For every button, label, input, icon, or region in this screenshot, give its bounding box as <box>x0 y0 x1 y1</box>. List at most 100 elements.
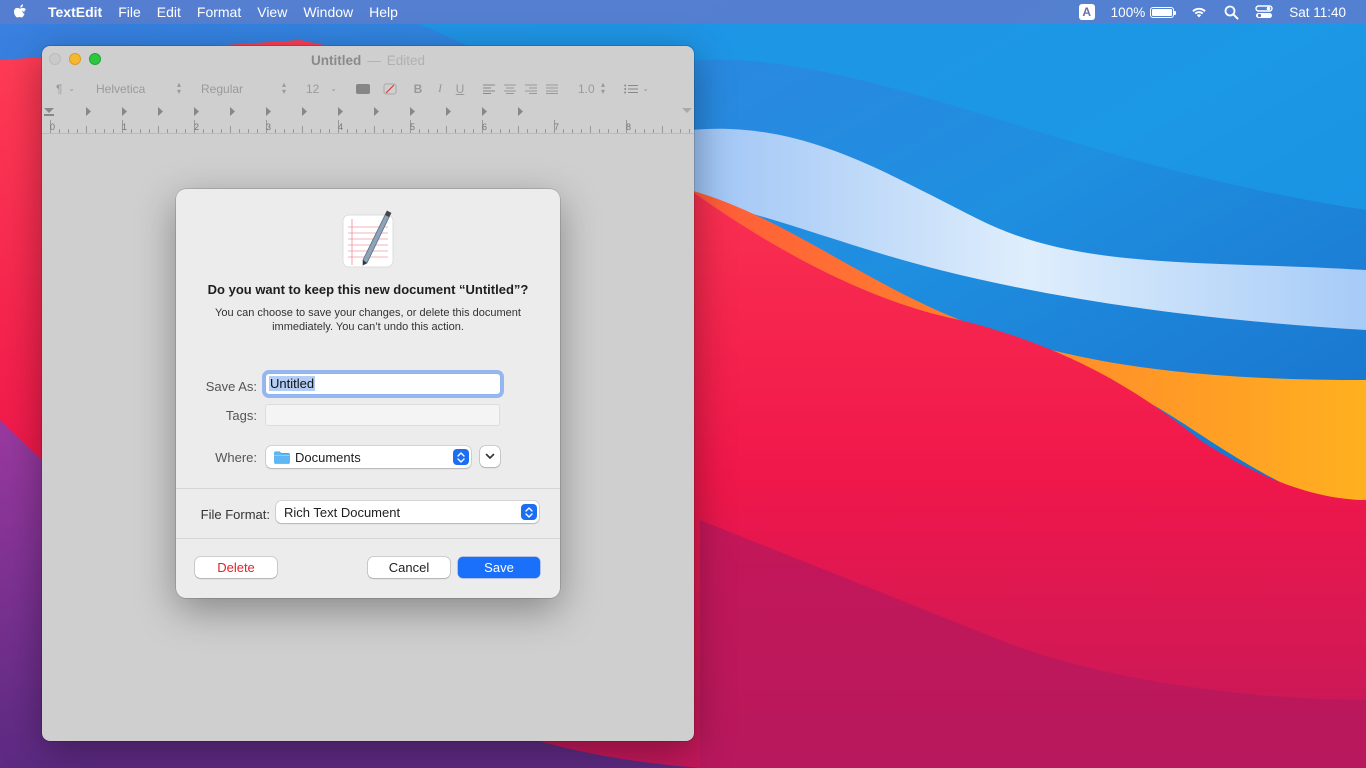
tab-stop-marker <box>410 107 415 116</box>
spotlight-menu[interactable] <box>1216 0 1247 24</box>
tab-stop-marker <box>482 107 487 116</box>
ruler-scale <box>42 107 694 134</box>
stepper-icon: ▴ ▾ <box>176 80 181 96</box>
clock[interactable]: Sat 11:40 <box>1281 0 1366 24</box>
paragraph-style-icon: ¶ <box>56 81 63 96</box>
left-indent-marker <box>44 108 54 113</box>
dialog-divider <box>176 538 560 539</box>
edited-status: Edited <box>386 52 426 68</box>
text-color-well[interactable] <box>355 79 371 98</box>
save-as-field[interactable]: Untitled <box>265 373 501 395</box>
zoom-button[interactable] <box>89 53 101 65</box>
tab-stop-marker <box>86 107 91 116</box>
ruler-number: 8 <box>626 122 632 132</box>
font-family-popup[interactable]: Helvetica ▴ ▾ <box>90 79 186 98</box>
menu-view[interactable]: View <box>249 0 295 24</box>
format-toolbar: ¶ ⌄ Helvetica ▴▾ Regular ▴▾ 12 ⌄ B I U <box>42 78 694 100</box>
menu-window[interactable]: Window <box>295 0 361 24</box>
cancel-button[interactable]: Cancel <box>368 557 450 578</box>
paragraph-style-popup[interactable]: ¶ ⌄ <box>50 79 80 98</box>
popup-stepper-icon <box>521 504 537 520</box>
font-size-combo[interactable]: 12 ⌄ <box>300 79 342 98</box>
text-color-swatch <box>356 83 370 94</box>
dialog-divider <box>176 488 560 489</box>
control-center-icon <box>1255 5 1273 18</box>
tab-stop-marker <box>518 107 523 116</box>
menu-format[interactable]: Format <box>189 0 249 24</box>
align-left-button[interactable] <box>480 79 498 98</box>
title-separator: — <box>367 52 381 68</box>
file-format-label: File Format: <box>200 507 270 522</box>
control-center-menu[interactable] <box>1247 0 1281 24</box>
where-label: Where: <box>215 450 257 465</box>
menu-bar: TextEdit File Edit Format View Window He… <box>0 0 1366 24</box>
dialog-message-line: immediately. You can’t undo this action. <box>272 321 464 333</box>
apple-menu-icon[interactable] <box>0 0 40 24</box>
dialog-message-line: You can choose to save your changes, or … <box>215 307 521 319</box>
save-dialog: Do you want to keep this new document “U… <box>176 189 560 598</box>
menu-file[interactable]: File <box>110 0 149 24</box>
dialog-title: Do you want to keep this new document “U… <box>207 282 529 297</box>
justify-button[interactable] <box>543 79 561 98</box>
font-style-popup[interactable]: Regular ▴ ▾ <box>195 79 291 98</box>
tags-field[interactable] <box>265 404 500 426</box>
ruler-number: 0 <box>50 122 56 132</box>
tab-stop-marker <box>230 107 235 116</box>
ruler-number: 1 <box>122 122 128 132</box>
where-popup[interactable]: Documents <box>266 446 471 468</box>
stepper-icon: ▴ ▾ <box>281 80 286 96</box>
textedit-app-icon <box>342 210 394 268</box>
tab-stop-marker <box>122 107 127 116</box>
dialog-message: You can choose to save your changes, or … <box>196 306 540 334</box>
save-as-label: Save As: <box>205 379 257 394</box>
minimize-button[interactable] <box>69 53 81 65</box>
tab-stop-marker <box>158 107 163 116</box>
line-spacing-value: 1.0 <box>578 81 595 96</box>
where-value: Documents <box>295 449 361 465</box>
tab-stop-marker <box>194 107 199 116</box>
search-icon <box>1224 5 1239 19</box>
line-spacing-popup[interactable]: 1.0 ▴ ▾ <box>572 79 610 98</box>
menu-edit[interactable]: Edit <box>149 0 189 24</box>
tags-label: Tags: <box>225 408 257 423</box>
input-source-icon: A <box>1078 4 1095 20</box>
list-style-popup[interactable]: ⌄ <box>618 79 654 98</box>
tab-stop-marker <box>338 107 343 116</box>
right-indent-marker <box>682 108 692 113</box>
delete-button[interactable]: Delete <box>195 557 277 578</box>
font-family-value: Helvetica <box>96 81 146 96</box>
file-format-value: Rich Text Document <box>284 504 401 520</box>
justify-icon <box>546 84 558 94</box>
tab-stop-marker <box>446 107 451 116</box>
wifi-menu[interactable] <box>1182 0 1216 24</box>
menu-app-name[interactable]: TextEdit <box>40 0 110 24</box>
window-titlebar: Untitled — Edited <box>42 46 694 74</box>
ruler[interactable]: 0 1 2 3 4 5 6 7 8 <box>42 106 694 134</box>
ruler-number: 4 <box>338 122 344 132</box>
battery-percentage: 100% <box>1110 4 1146 20</box>
chevron-down-icon <box>485 453 495 459</box>
align-center-icon <box>504 84 516 94</box>
underline-button[interactable]: U <box>452 79 468 98</box>
menu-help[interactable]: Help <box>361 0 406 24</box>
highlight-color-icon <box>383 83 397 94</box>
ruler-number: 7 <box>554 122 560 132</box>
italic-button[interactable]: I <box>432 79 448 98</box>
expand-browser-button[interactable] <box>480 446 500 467</box>
tab-stop-marker <box>374 107 379 116</box>
close-button[interactable] <box>49 53 61 65</box>
align-center-button[interactable] <box>501 79 519 98</box>
ruler-number: 3 <box>266 122 272 132</box>
folder-icon <box>274 451 290 464</box>
wifi-icon <box>1192 7 1206 18</box>
background-color-well[interactable] <box>382 79 398 98</box>
bold-button[interactable]: B <box>410 79 426 98</box>
battery-menu[interactable]: 100% <box>1103 0 1183 24</box>
save-button[interactable]: Save <box>458 557 540 578</box>
chevron-down-icon: ⌄ <box>330 84 337 93</box>
align-left-icon <box>483 84 495 94</box>
align-right-button[interactable] <box>522 79 540 98</box>
input-source-menu[interactable]: A <box>1071 0 1103 24</box>
file-format-popup[interactable]: Rich Text Document <box>276 501 539 523</box>
font-size-value: 12 <box>306 81 320 96</box>
